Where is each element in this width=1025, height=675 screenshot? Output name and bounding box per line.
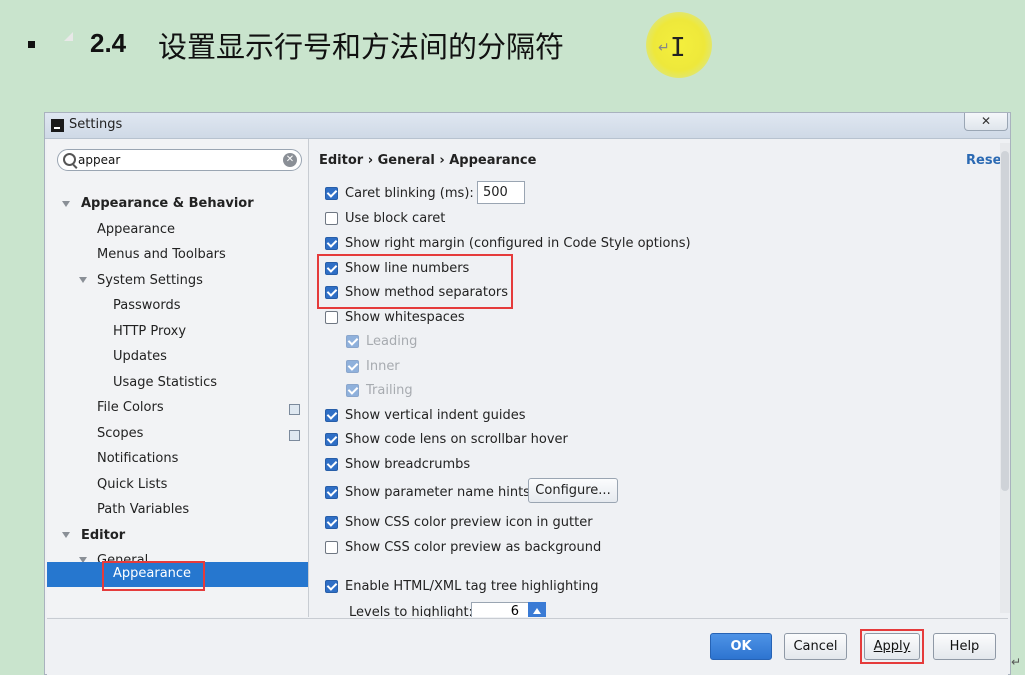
paragraph-return-icon: ↵ bbox=[658, 40, 670, 56]
checkbox-unchecked[interactable] bbox=[325, 541, 338, 554]
text-cursor-icon: I bbox=[670, 33, 686, 63]
expand-arrow-icon[interactable] bbox=[79, 277, 87, 283]
highlight-box bbox=[317, 254, 513, 309]
search-icon bbox=[63, 153, 76, 166]
tree-item-passwords[interactable]: Passwords bbox=[113, 295, 181, 317]
project-settings-icon bbox=[289, 404, 300, 415]
paragraph-return-icon: ↵ bbox=[1011, 655, 1022, 669]
close-button[interactable]: ✕ bbox=[964, 113, 1008, 131]
clear-search-icon[interactable]: ✕ bbox=[283, 153, 297, 167]
settings-dialog: Settings ✕ ✕ Appearance & Behavior Appea… bbox=[44, 112, 1011, 675]
checkbox-checked[interactable] bbox=[325, 458, 338, 471]
tree-item-usage-statistics[interactable]: Usage Statistics bbox=[113, 372, 217, 394]
tree-item-appearance-behavior[interactable]: Appearance & Behavior bbox=[81, 193, 254, 215]
checkbox-checked[interactable] bbox=[325, 433, 338, 446]
slide-heading: 2.4 设置显示行号和方法间的分隔符 ↵ I bbox=[0, 0, 1025, 100]
tree-item-http-proxy[interactable]: HTTP Proxy bbox=[113, 321, 186, 343]
expand-arrow-icon[interactable] bbox=[62, 201, 70, 207]
dialog-footer: OK Cancel Apply Help bbox=[47, 618, 1008, 675]
expand-arrow-icon[interactable] bbox=[62, 532, 70, 538]
ok-button[interactable]: OK bbox=[710, 633, 772, 660]
checkbox-checked[interactable] bbox=[325, 409, 338, 422]
title-bar[interactable]: Settings ✕ bbox=[45, 113, 1010, 139]
checkbox-disabled bbox=[346, 335, 359, 348]
checkbox-checked[interactable] bbox=[325, 580, 338, 593]
search-input[interactable] bbox=[78, 151, 273, 169]
tree-item-appearance[interactable]: Appearance bbox=[97, 219, 175, 241]
checkbox-checked[interactable] bbox=[325, 486, 338, 499]
cancel-button[interactable]: Cancel bbox=[784, 633, 847, 660]
tree-item-path-variables[interactable]: Path Variables bbox=[97, 499, 189, 521]
heading-text: 设置显示行号和方法间的分隔符 bbox=[158, 30, 565, 64]
search-box[interactable]: ✕ bbox=[57, 149, 302, 171]
levels-label: Levels to highlight: bbox=[349, 605, 473, 617]
caret-blinking-field[interactable]: 500 bbox=[477, 181, 525, 204]
breadcrumb: Editor › General › Appearance bbox=[319, 153, 537, 168]
checkbox-unchecked[interactable] bbox=[325, 212, 338, 225]
tree-item-updates[interactable]: Updates bbox=[113, 346, 167, 368]
checkbox-unchecked[interactable] bbox=[325, 311, 338, 324]
checkbox-disabled bbox=[346, 360, 359, 373]
tree-item-menus-toolbars[interactable]: Menus and Toolbars bbox=[97, 244, 226, 266]
highlight-box bbox=[102, 561, 205, 591]
checkbox-checked[interactable] bbox=[325, 187, 338, 200]
tree-item-quick-lists[interactable]: Quick Lists bbox=[97, 474, 167, 496]
tree-item-editor[interactable]: Editor bbox=[81, 525, 125, 547]
tree-item-notifications[interactable]: Notifications bbox=[97, 448, 178, 470]
checkbox-checked[interactable] bbox=[325, 237, 338, 250]
tree-item-scopes[interactable]: Scopes bbox=[97, 423, 143, 445]
window-title: Settings bbox=[69, 117, 123, 132]
content-scrollbar[interactable] bbox=[1000, 143, 1010, 613]
bullet-tick-icon bbox=[64, 32, 73, 41]
highlight-box bbox=[860, 629, 924, 664]
settings-sidebar: ✕ Appearance & Behavior Appearance Menus… bbox=[47, 139, 309, 617]
checkbox-disabled bbox=[346, 384, 359, 397]
settings-content: Editor › General › Appearance Reset Care… bbox=[309, 139, 1008, 617]
heading-number: 2.4 bbox=[90, 28, 127, 58]
spinner-up-icon[interactable] bbox=[528, 602, 546, 617]
scrollbar-thumb[interactable] bbox=[1001, 151, 1009, 491]
help-button[interactable]: Help bbox=[933, 633, 996, 660]
intellij-app-icon bbox=[51, 119, 64, 132]
bullet-icon bbox=[28, 41, 35, 48]
project-settings-icon bbox=[289, 430, 300, 441]
tree-item-system-settings[interactable]: System Settings bbox=[97, 270, 203, 292]
checkbox-checked[interactable] bbox=[325, 516, 338, 529]
configure-button[interactable]: Configure... bbox=[528, 478, 618, 503]
tree-item-file-colors[interactable]: File Colors bbox=[97, 397, 164, 419]
